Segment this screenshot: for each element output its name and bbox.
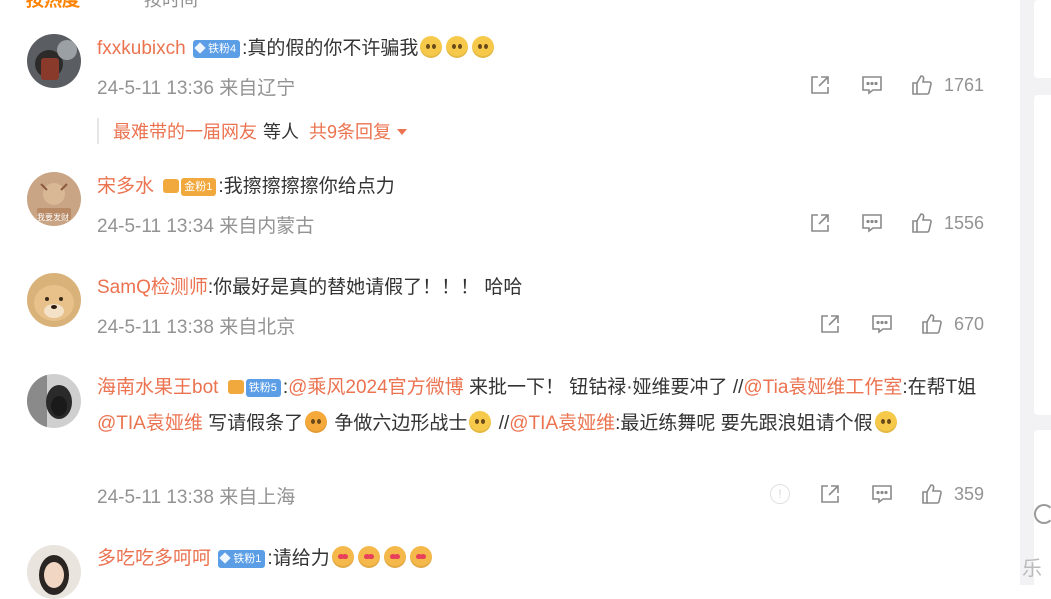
like-icon[interactable] — [920, 482, 944, 506]
crying-emoji-icon — [472, 36, 495, 58]
crying-emoji-icon — [446, 36, 469, 58]
sort-tabs: 按热度 按时间 — [26, 0, 198, 10]
fan-badge[interactable]: 铁粉4 — [192, 40, 241, 58]
comment-icon[interactable] — [870, 482, 894, 506]
comment-meta: 24-5-11 13:34 来自内蒙古 — [97, 211, 314, 238]
comment-time: 24-5-11 13:36 — [97, 78, 214, 99]
comment-text: 海南水果王bot 铁粉5:@乘风2024官方微博 来批一下！ 钮钴禄·娅维要冲了… — [97, 377, 977, 434]
crying-emoji-icon — [420, 36, 443, 58]
refresh-icon[interactable] — [1034, 504, 1051, 524]
like-icon[interactable] — [910, 211, 934, 235]
mention-link[interactable]: @TIA袁娅维 — [97, 413, 203, 434]
comment-location: 来自辽宁 — [219, 78, 296, 99]
username-link[interactable]: 多吃吃多呵呵 — [97, 548, 211, 569]
comment-text: 多吃吃多呵呵 铁粉1:请给力 — [97, 546, 434, 572]
sidebar-card — [1034, 95, 1051, 415]
comment-text: SamQ检测师:你最好是真的替她请假了！！！ 哈哈 — [97, 275, 522, 301]
comment-location: 来自上海 — [219, 487, 296, 508]
comment-body: :我擦擦擦擦你给点力 — [218, 176, 395, 197]
comment-actions: 1761 — [808, 73, 998, 99]
comment-meta: 24-5-11 13:38 来自上海 — [97, 482, 295, 509]
reply-username-link[interactable]: 最难带的一届网友 — [113, 122, 257, 142]
chevron-down-icon — [397, 129, 408, 135]
diamond-icon — [219, 552, 231, 564]
mention-link[interactable]: @Tia袁娅维工作室 — [743, 377, 902, 398]
heart-eyes-emoji-icon — [331, 546, 354, 568]
avatar[interactable] — [27, 374, 81, 428]
diamond-icon — [194, 42, 206, 54]
comment-body: :你最好是真的替她请假了！！！ 哈哈 — [207, 277, 523, 298]
comment-location: 来自北京 — [219, 317, 296, 338]
like-count: 359 — [954, 484, 985, 504]
sort-by-hot-tab[interactable]: 按热度 — [26, 0, 80, 10]
comment-body: :请给力 — [267, 548, 330, 569]
avatar-caption: 我要发财 — [37, 213, 69, 222]
comment-actions: 359 — [818, 482, 998, 508]
avatar[interactable] — [27, 273, 81, 327]
comment-icon[interactable] — [860, 73, 884, 97]
share-icon[interactable] — [808, 73, 832, 97]
smiling-emoji-icon — [469, 411, 492, 433]
sort-by-time-tab[interactable]: 按时间 — [144, 0, 198, 12]
comment-actions: 670 — [818, 312, 998, 338]
sidebar-text: 乐 — [1022, 558, 1042, 580]
fan-badge[interactable]: 铁粉5 — [245, 379, 281, 397]
fan-badge[interactable]: 金粉1 — [181, 178, 217, 196]
avatar[interactable]: 我要发财 — [27, 172, 81, 226]
like-count: 1761 — [944, 75, 985, 95]
comment-icon[interactable] — [870, 312, 894, 336]
share-icon[interactable] — [818, 482, 842, 506]
username-link[interactable]: 宋多水 — [97, 176, 154, 197]
comment-actions: 1556 — [808, 211, 998, 237]
avatar[interactable] — [27, 545, 81, 599]
like-icon[interactable] — [910, 73, 934, 97]
view-replies-link[interactable]: 共9条回复 — [309, 122, 391, 142]
comment-time: 24-5-11 13:38 — [97, 487, 214, 508]
comment-text: 宋多水 金粉1:我擦擦擦擦你给点力 — [97, 174, 395, 200]
username-link[interactable]: SamQ检测师 — [97, 277, 208, 298]
comment-body: :真的假的你不许骗我 — [242, 38, 419, 59]
comment-meta: 24-5-11 13:38 来自北京 — [97, 312, 295, 339]
username-link[interactable]: fxxkubixch — [97, 38, 186, 59]
crown-icon — [163, 179, 180, 193]
comment-location: 来自内蒙古 — [219, 216, 315, 237]
fan-badge[interactable]: 铁粉1 — [218, 550, 266, 568]
share-icon[interactable] — [818, 312, 842, 336]
heart-eyes-emoji-icon — [357, 546, 380, 568]
heart-eyes-emoji-icon — [383, 546, 406, 568]
like-icon[interactable] — [920, 312, 944, 336]
grinning-emoji-icon — [874, 411, 897, 433]
like-count: 670 — [954, 314, 985, 334]
heart-eyes-emoji-icon — [409, 546, 432, 568]
comment-meta: 24-5-11 13:36 来自辽宁 — [97, 73, 295, 100]
comment-time: 24-5-11 13:38 — [97, 317, 214, 338]
reply-summary[interactable]: 最难带的一届网友 等人 共9条回复 — [97, 118, 408, 144]
info-icon[interactable]: ! — [770, 484, 790, 504]
comment-text: fxxkubixch 铁粉4:真的假的你不许骗我 — [97, 36, 496, 62]
like-count: 1556 — [944, 213, 985, 233]
mention-link[interactable]: @乘风2024官方微博 — [288, 377, 464, 398]
share-icon[interactable] — [808, 211, 832, 235]
laughing-emoji-icon — [305, 411, 328, 433]
mention-link[interactable]: @TIA袁娅维 — [509, 413, 615, 434]
comment-icon[interactable] — [860, 211, 884, 235]
crown-icon — [227, 380, 244, 394]
sidebar-card — [1034, 0, 1051, 78]
username-link[interactable]: 海南水果王bot — [97, 377, 218, 398]
comment-time: 24-5-11 13:34 — [97, 216, 214, 237]
avatar[interactable] — [27, 34, 81, 88]
